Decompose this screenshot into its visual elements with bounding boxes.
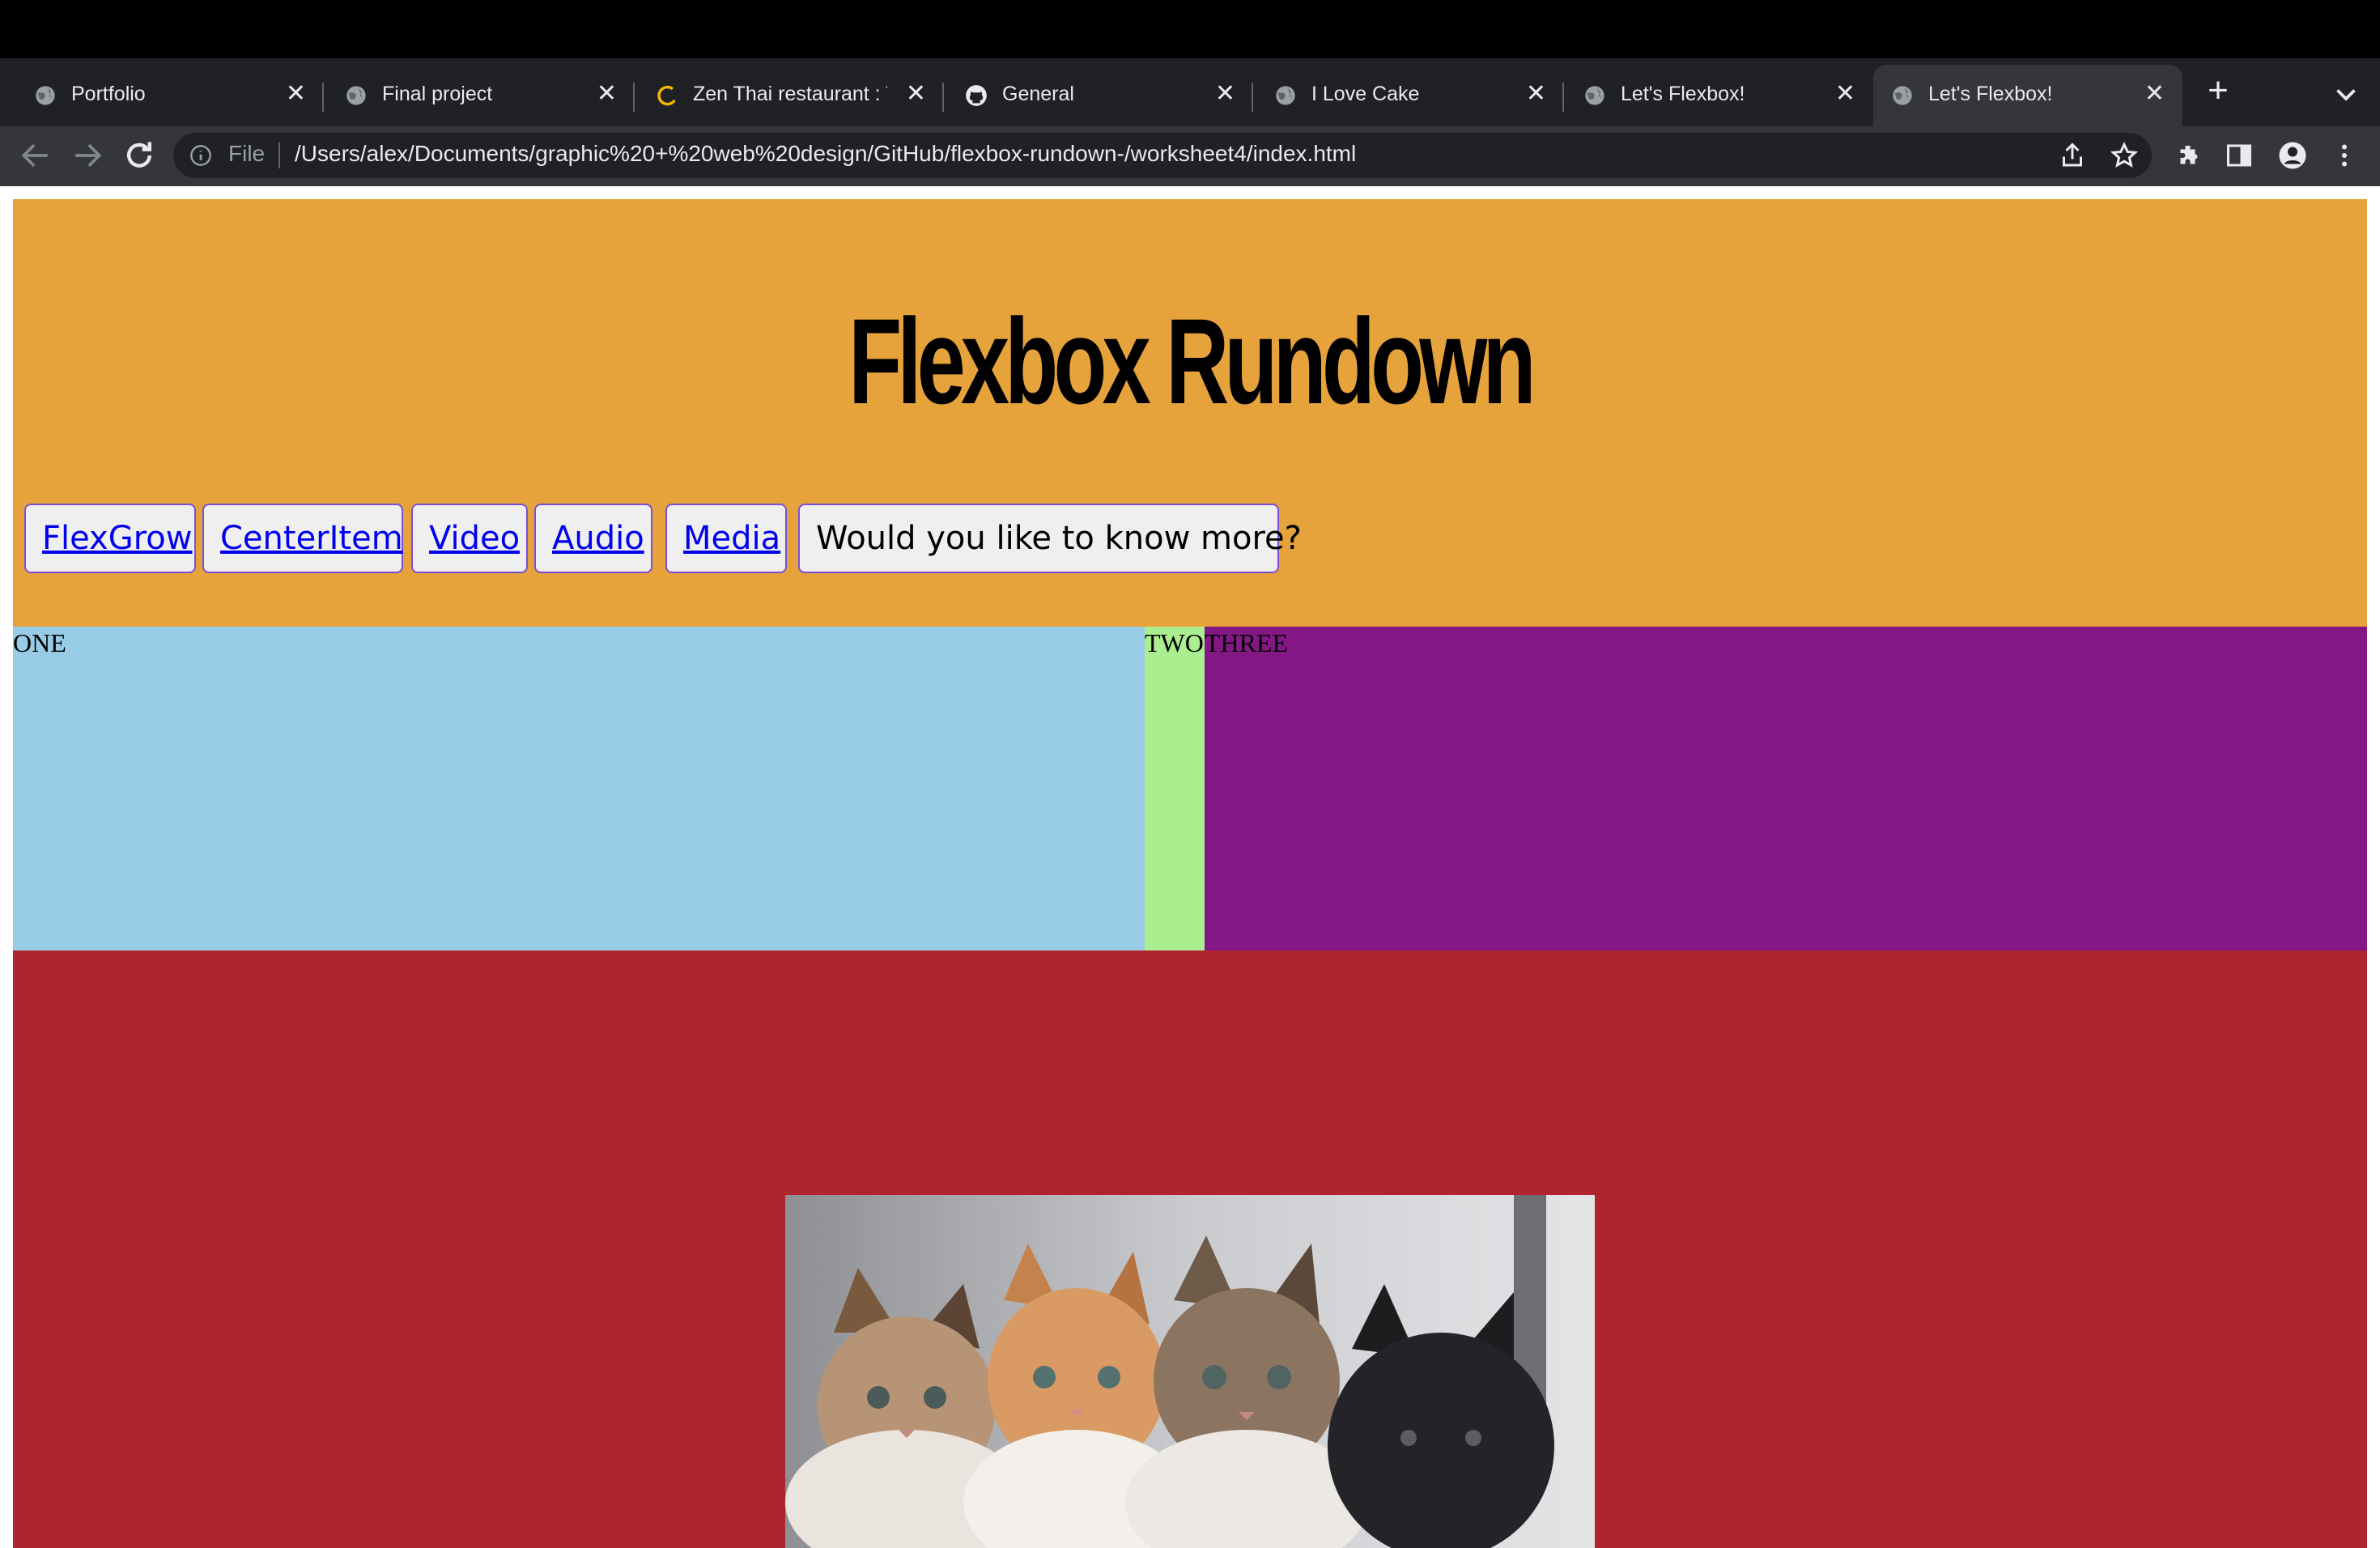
tab-zen-thai[interactable]: Zen Thai restaurant : T ✕ — [638, 65, 944, 126]
share-icon[interactable] — [2058, 141, 2087, 170]
scheme-label: File — [228, 141, 266, 166]
back-icon[interactable] — [18, 138, 53, 173]
kittens-image — [785, 1195, 1595, 1548]
page-title: Flexbox Rundown — [848, 293, 1536, 429]
tab-title: General — [1002, 83, 1074, 105]
loading-icon — [657, 85, 676, 106]
globe-icon — [1276, 86, 1295, 105]
flex-box-three: THREE — [1205, 627, 2367, 950]
nav-link-centeritem[interactable]: CenterItem — [202, 504, 403, 573]
globe-icon — [346, 86, 366, 105]
nav-link-flexgrow[interactable]: FlexGrow — [24, 504, 196, 573]
tab-title: Let's Flexbox! — [1621, 83, 1745, 105]
bookmark-star-icon[interactable] — [2110, 141, 2139, 170]
tab-title: I Love Cake — [1311, 83, 1420, 105]
new-tab-button[interactable]: + — [2200, 73, 2236, 108]
tab-separator — [1562, 83, 1564, 112]
know-more-button[interactable]: Would you like to know more? — [798, 504, 1302, 573]
close-icon[interactable]: ✕ — [1526, 79, 1546, 108]
reload-icon[interactable] — [121, 138, 157, 173]
tab-title: Zen Thai restaurant : T — [693, 83, 887, 105]
tab-separator — [1252, 83, 1253, 112]
flex-row: ONE TWO THREE — [13, 627, 2367, 950]
tab-separator — [322, 83, 324, 112]
globe-icon — [1585, 86, 1604, 105]
nav-link-video[interactable]: Video — [411, 504, 528, 573]
flex-box-two: TWO — [1145, 627, 1205, 950]
page-viewport: Flexbox Rundown FlexGrow CenterItem Vide… — [0, 186, 2380, 1548]
close-icon[interactable]: ✕ — [1835, 79, 1855, 108]
globe-icon — [1893, 86, 1912, 105]
tab-portfolio[interactable]: Portfolio ✕ — [16, 65, 324, 126]
close-icon[interactable]: ✕ — [1215, 79, 1235, 108]
media-section — [13, 950, 2367, 1548]
tab-lets-flexbox-1[interactable]: Let's Flexbox! ✕ — [1566, 65, 1873, 126]
globe-icon — [36, 86, 55, 105]
side-panel-icon[interactable] — [2225, 141, 2254, 170]
tab-separator — [942, 83, 944, 112]
flex-box-one: ONE — [13, 627, 1145, 950]
info-icon[interactable] — [189, 144, 212, 167]
title-bar — [0, 0, 2380, 58]
close-icon[interactable]: ✕ — [2144, 79, 2165, 108]
tab-title: Final project — [382, 83, 493, 105]
nav-link-audio[interactable]: Audio — [534, 504, 652, 573]
chevron-down-icon[interactable] — [2331, 79, 2361, 108]
url-text[interactable]: /Users/alex/Documents/graphic%20+%20web%… — [295, 141, 1356, 167]
tab-general[interactable]: General ✕ — [947, 65, 1253, 126]
close-icon[interactable]: ✕ — [286, 79, 306, 108]
profile-icon[interactable] — [2278, 141, 2307, 170]
extensions-icon[interactable] — [2174, 141, 2204, 170]
tab-lets-flexbox-active[interactable]: Let's Flexbox! ✕ — [1873, 65, 2182, 126]
tab-title: Portfolio — [71, 83, 146, 105]
menu-icon[interactable] — [2330, 141, 2359, 170]
tab-final-project[interactable]: Final project ✕ — [327, 65, 635, 126]
close-icon[interactable]: ✕ — [906, 79, 926, 108]
tab-title: Let's Flexbox! — [1928, 83, 2053, 105]
github-icon — [966, 85, 987, 106]
tab-strip: Portfolio ✕ Final project ✕ Zen Thai res… — [0, 58, 2380, 126]
page-header: Flexbox Rundown FlexGrow CenterItem Vide… — [13, 199, 2367, 627]
tab-separator — [633, 83, 635, 112]
omnibox-separator — [278, 142, 280, 168]
nav-link-media[interactable]: Media — [665, 504, 787, 573]
close-icon[interactable]: ✕ — [597, 79, 617, 108]
forward-icon[interactable] — [70, 138, 105, 173]
tab-i-love-cake[interactable]: I Love Cake ✕ — [1256, 65, 1564, 126]
